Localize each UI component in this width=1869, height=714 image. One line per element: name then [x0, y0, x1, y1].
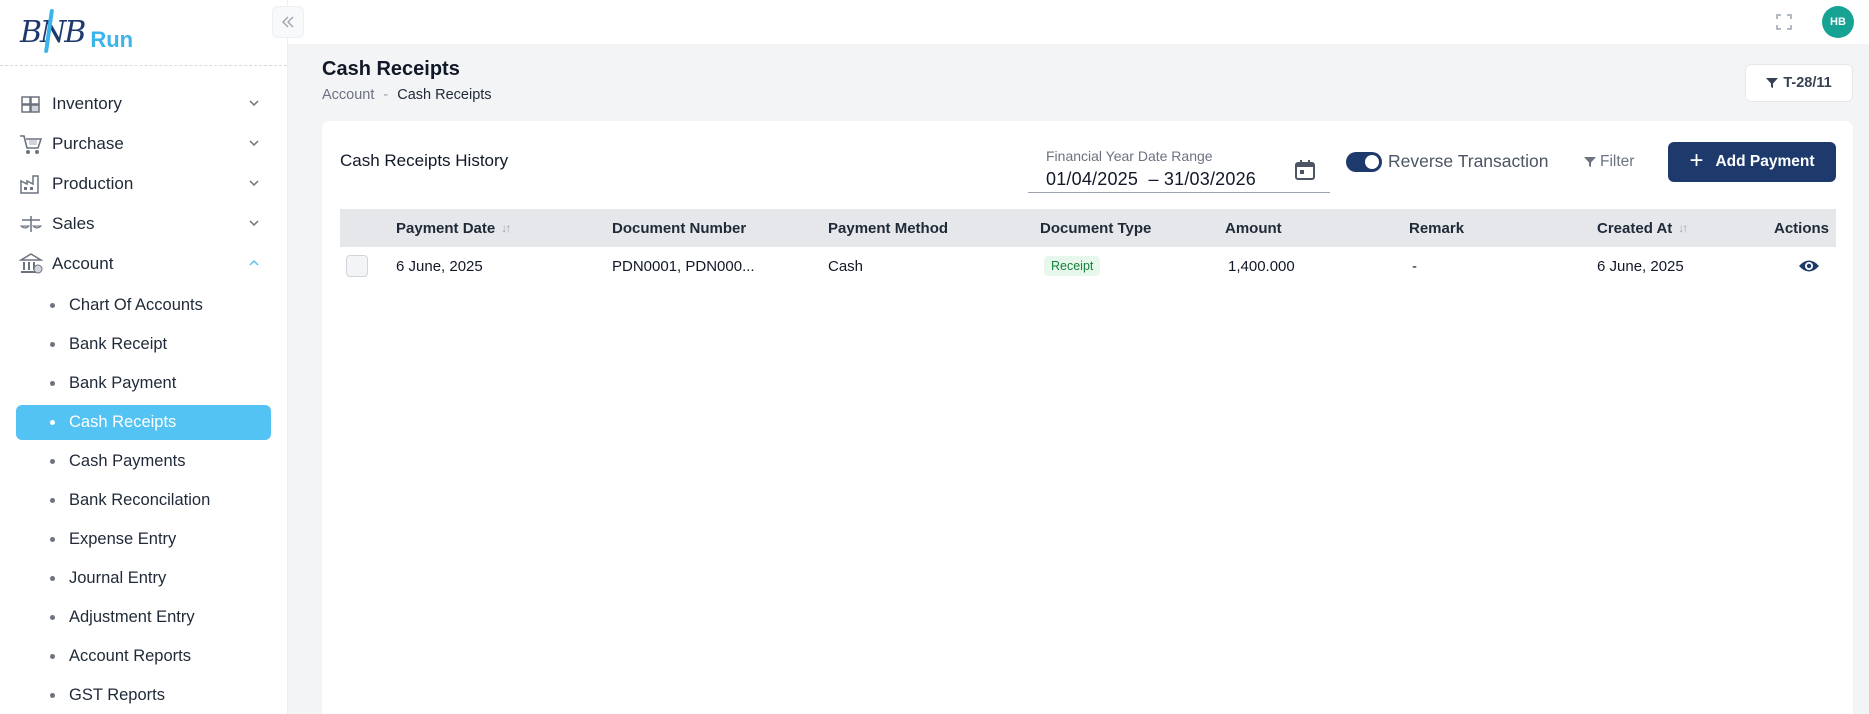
view-eye-icon[interactable]: [1798, 258, 1820, 274]
chevron-down-icon: [249, 220, 259, 227]
cell-created-at: 6 June, 2025: [1597, 257, 1684, 275]
table-header: Payment Date ↓↑ Document Number Payment M…: [340, 209, 1836, 247]
topbar: HB: [288, 0, 1869, 44]
fullscreen-icon[interactable]: [1775, 13, 1793, 31]
sidebar-item-expense-entry[interactable]: Expense Entry: [16, 520, 271, 559]
account-submenu: Chart Of Accounts Bank Receipt Bank Paym…: [0, 284, 287, 714]
chevron-up-icon: [249, 259, 259, 266]
col-remark: Remark: [1409, 219, 1465, 237]
cell-amount: 1,400.000: [1228, 257, 1295, 275]
sidebar-item-bank-payment[interactable]: Bank Payment: [16, 364, 271, 403]
add-payment-button[interactable]: + Add Payment: [1668, 142, 1836, 182]
cell-remark: -: [1412, 257, 1417, 275]
sidebar-item-label: Purchase: [52, 134, 124, 153]
cell-payment-method: Cash: [828, 257, 864, 275]
collapse-sidebar-button[interactable]: [272, 6, 304, 38]
funnel-icon: [1584, 157, 1596, 167]
tenant-filter-button[interactable]: T-28/11: [1745, 64, 1853, 102]
logo-suffix: Run: [90, 26, 134, 52]
breadcrumb: Account - Cash Receipts: [322, 87, 492, 103]
col-document-type: Document Type: [1040, 219, 1152, 237]
table-row: 6 June, 2025 PDN0001, PDN000... Cash Rec…: [340, 247, 1836, 285]
plus-icon: +: [1689, 147, 1704, 174]
breadcrumb-account[interactable]: Account: [322, 87, 374, 103]
scale-icon: [18, 212, 44, 236]
col-payment-date[interactable]: Payment Date ↓↑: [396, 209, 511, 247]
chevron-down-icon: [249, 180, 259, 187]
chevron-down-icon: [249, 100, 259, 107]
bank-icon: [18, 252, 44, 276]
reverse-transaction-label: Reverse Transaction: [1388, 151, 1549, 171]
chevrons-left-icon: [282, 16, 294, 28]
reverse-transaction-toggle[interactable]: [1346, 152, 1382, 172]
document-type-badge: Receipt: [1044, 256, 1101, 276]
sidebar-item-cash-receipts[interactable]: Cash Receipts: [16, 405, 271, 440]
filter-button[interactable]: Filter: [1584, 153, 1634, 171]
brand-logo[interactable]: BNB Run: [0, 0, 287, 66]
logo-mark: BNB: [20, 9, 86, 53]
sidebar-item-sales[interactable]: Sales: [0, 204, 287, 244]
sidebar-item-inventory[interactable]: Inventory: [0, 84, 287, 124]
sidebar-item-purchase[interactable]: Purchase: [0, 124, 287, 164]
sidebar-item-label: Inventory: [52, 94, 122, 113]
sidebar-item-journal-entry[interactable]: Journal Entry: [16, 559, 271, 598]
sidebar-item-cash-payments[interactable]: Cash Payments: [16, 442, 271, 481]
factory-icon: [18, 172, 44, 196]
sort-icon[interactable]: ↓↑: [1678, 221, 1688, 235]
col-amount: Amount: [1225, 219, 1282, 237]
sidebar-item-gst-reports[interactable]: GST Reports: [16, 676, 271, 714]
cash-receipts-card: Cash Receipts History Financial Year Dat…: [322, 121, 1853, 714]
col-created-at[interactable]: Created At ↓↑: [1597, 209, 1688, 247]
date-range-value: 01/04/2025 – 31/03/2026: [1046, 169, 1257, 189]
calendar-icon[interactable]: [1294, 159, 1316, 181]
page-title: Cash Receipts: [322, 58, 460, 80]
date-range-picker[interactable]: Financial Year Date Range 01/04/2025 – 3…: [1028, 131, 1330, 193]
sort-icon[interactable]: ↓↑: [501, 221, 511, 235]
cell-payment-date: 6 June, 2025: [396, 257, 483, 275]
boxes-icon: [18, 92, 44, 116]
sidebar-item-production[interactable]: Production: [0, 164, 287, 204]
cart-icon: [18, 132, 44, 156]
sidebar: BNB Run Inventory Purchase Production Sa…: [0, 0, 288, 714]
sidebar-item-label: Sales: [52, 214, 95, 233]
col-document-number: Document Number: [612, 219, 747, 237]
sidebar-item-bank-receipt[interactable]: Bank Receipt: [16, 325, 271, 364]
cell-document-number: PDN0001, PDN000...: [612, 257, 755, 275]
chevron-down-icon: [249, 140, 259, 147]
sidebar-item-adjustment-entry[interactable]: Adjustment Entry: [16, 598, 271, 637]
breadcrumb-separator: -: [383, 87, 389, 103]
col-payment-method: Payment Method: [828, 219, 949, 237]
sidebar-item-account[interactable]: Account: [0, 244, 287, 284]
sidebar-item-label: Account: [52, 254, 114, 273]
sidebar-item-bank-reconcilation[interactable]: Bank Reconcilation: [16, 481, 271, 520]
date-range-label: Financial Year Date Range: [1046, 148, 1213, 164]
sidebar-item-label: Production: [52, 174, 134, 193]
sidebar-item-account-reports[interactable]: Account Reports: [16, 637, 271, 676]
row-checkbox[interactable]: [346, 255, 368, 277]
breadcrumb-current: Cash Receipts: [397, 87, 492, 103]
sidebar-menu: Inventory Purchase Production Sales Acco…: [0, 66, 287, 714]
user-avatar[interactable]: HB: [1822, 6, 1854, 38]
col-actions: Actions: [1774, 219, 1830, 237]
sidebar-item-chart-of-accounts[interactable]: Chart Of Accounts: [16, 286, 271, 325]
funnel-icon: [1766, 78, 1779, 88]
card-title: Cash Receipts History: [340, 151, 509, 170]
